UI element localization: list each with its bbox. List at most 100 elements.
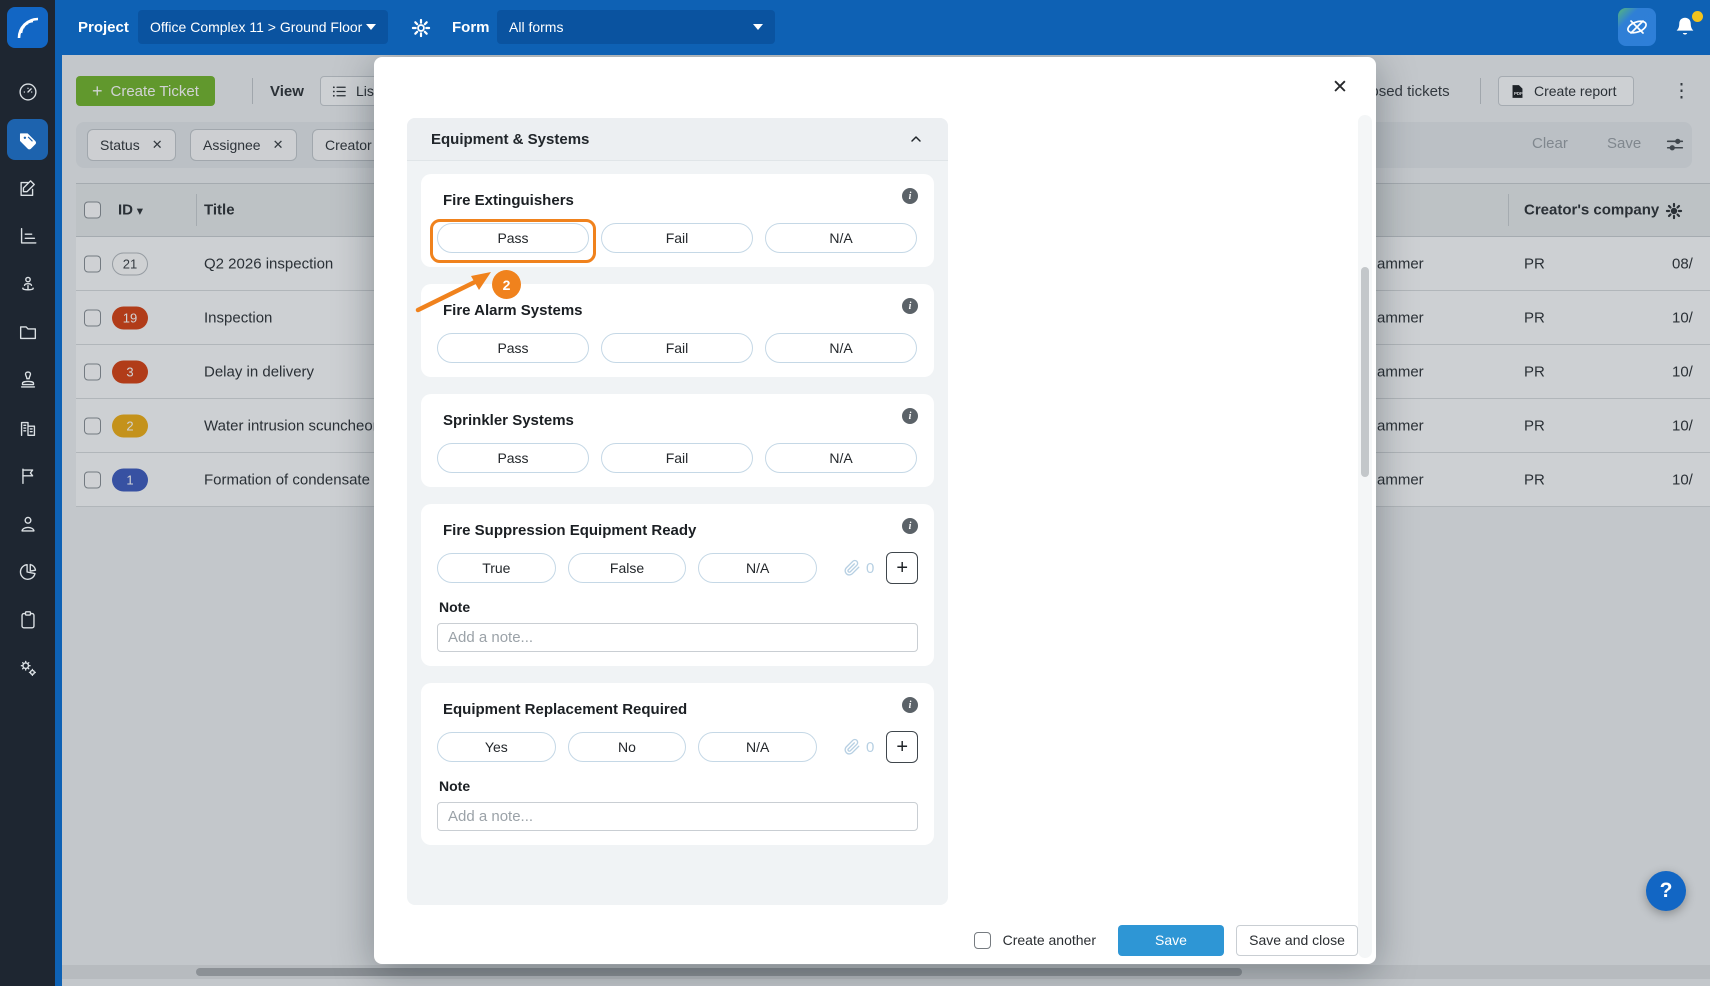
attachments-control[interactable]: 0	[843, 559, 874, 577]
option-pill-false[interactable]: False	[568, 553, 687, 583]
info-icon[interactable]: i	[902, 188, 918, 204]
option-pill-pass[interactable]: Pass	[437, 223, 589, 253]
add-attachment-button[interactable]: +	[886, 731, 918, 763]
note-label: Note	[439, 599, 918, 615]
option-pill-n-a[interactable]: N/A	[698, 732, 817, 762]
modal-footer: Create another Save Save and close	[374, 924, 1358, 956]
project-label: Project	[78, 0, 129, 55]
person-pin-icon	[17, 273, 39, 295]
buildings-icon	[17, 417, 39, 439]
form-field-card: Sprinkler Systems i Pass Fail N/A	[421, 394, 934, 487]
sidebar-item-reports[interactable]	[7, 215, 48, 256]
atom-icon	[1625, 15, 1649, 39]
chevron-down-icon	[753, 24, 763, 30]
app-logo[interactable]	[7, 7, 48, 48]
form-selector[interactable]: All forms	[497, 10, 775, 44]
sidebar-item-settings[interactable]	[7, 647, 48, 688]
chart-icon	[17, 225, 39, 247]
section-header-equipment-systems[interactable]: Equipment & Systems	[407, 118, 948, 161]
info-icon[interactable]: i	[902, 408, 918, 424]
option-pill-fail[interactable]: Fail	[601, 223, 753, 253]
form-field-card: Equipment Replacement Required i Yes No N/…	[421, 683, 934, 845]
field-label: Fire Suppression Equipment Ready	[443, 522, 918, 539]
form-panel: Equipment & Systems Fire Extinguishers i…	[407, 118, 948, 905]
annotation-arrow-icon	[409, 262, 501, 320]
sidebar-item-tasks[interactable]	[7, 599, 48, 640]
gears-icon	[17, 657, 39, 679]
project-selector-value: Office Complex 11 > Ground Floor	[150, 19, 362, 35]
sidebar-accent-strip	[55, 0, 62, 986]
sidebar-item-milestones[interactable]	[7, 455, 48, 496]
note-input[interactable]	[437, 623, 918, 652]
attachment-count: 0	[866, 560, 874, 577]
option-pill-n-a[interactable]: N/A	[765, 333, 917, 363]
notifications-button[interactable]	[1672, 14, 1702, 44]
help-button[interactable]: ?	[1646, 871, 1686, 911]
info-icon[interactable]: i	[902, 697, 918, 713]
option-pill-n-a[interactable]: N/A	[765, 223, 917, 253]
chevron-up-icon	[908, 131, 924, 147]
attachment-count: 0	[866, 739, 874, 756]
save-button[interactable]: Save	[1118, 925, 1224, 956]
project-settings-gear[interactable]	[410, 0, 432, 55]
project-selector[interactable]: Office Complex 11 > Ground Floor	[138, 10, 388, 44]
info-icon[interactable]: i	[902, 518, 918, 534]
logo-zone	[0, 0, 55, 55]
sidebar-item-forms[interactable]	[7, 167, 48, 208]
app-switcher-button[interactable]	[1618, 8, 1656, 46]
option-pill-n-a[interactable]: N/A	[765, 443, 917, 473]
save-and-close-button[interactable]: Save and close	[1236, 925, 1358, 956]
sidebar-item-companies[interactable]	[7, 407, 48, 448]
option-pill-row: Pass Fail N/A	[437, 223, 918, 253]
option-pill-n-a[interactable]: N/A	[698, 553, 817, 583]
note-input[interactable]	[437, 802, 918, 831]
sidebar-nav: ❯	[0, 55, 55, 986]
ticket-form-modal: ✕ Equipment & Systems Fire Extinguishers…	[374, 57, 1376, 964]
field-label: Sprinkler Systems	[443, 412, 918, 429]
person-icon	[17, 513, 39, 535]
flag-icon	[17, 465, 39, 487]
tag-icon	[17, 129, 39, 151]
attachments-control[interactable]: 0	[843, 738, 874, 756]
option-pill-no[interactable]: No	[568, 732, 687, 762]
option-pill-yes[interactable]: Yes	[437, 732, 556, 762]
modal-close-button[interactable]: ✕	[1326, 73, 1354, 101]
spiral-logo-icon	[13, 13, 43, 43]
option-pill-row: True False N/A 0 +	[437, 553, 918, 583]
sidebar-item-projects[interactable]	[7, 311, 48, 352]
sidebar-item-site-workers[interactable]	[7, 263, 48, 304]
form-selector-value: All forms	[509, 19, 563, 35]
gauge-icon	[17, 81, 39, 103]
sidebar-item-tickets[interactable]	[7, 119, 48, 160]
gear-icon	[410, 17, 432, 39]
create-another-label: Create another	[1003, 932, 1096, 948]
option-pill-pass[interactable]: Pass	[437, 333, 589, 363]
option-pill-row: Yes No N/A 0 +	[437, 732, 918, 762]
add-attachment-button[interactable]: +	[886, 552, 918, 584]
field-label: Equipment Replacement Required	[443, 701, 918, 718]
sidebar-item-users[interactable]	[7, 503, 48, 544]
option-pill-fail[interactable]: Fail	[601, 333, 753, 363]
modal-scrollbar[interactable]	[1358, 115, 1372, 958]
paperclip-icon	[843, 738, 861, 756]
modal-scrollbar-thumb[interactable]	[1361, 267, 1369, 477]
edit-form-icon	[17, 177, 39, 199]
option-pill-pass[interactable]: Pass	[437, 443, 589, 473]
option-pill-fail[interactable]: Fail	[601, 443, 753, 473]
create-another-checkbox[interactable]	[974, 932, 991, 949]
form-field-card: Fire Extinguishers i PassFailN/A	[421, 174, 934, 267]
option-pill-true[interactable]: True	[437, 553, 556, 583]
paperclip-icon	[843, 559, 861, 577]
info-icon[interactable]: i	[902, 298, 918, 314]
form-field-card: Fire Suppression Equipment Ready i True F…	[421, 504, 934, 666]
sidebar-item-analytics[interactable]	[7, 551, 48, 592]
clipboard-icon	[17, 609, 39, 631]
section-title: Equipment & Systems	[431, 131, 589, 148]
sidebar-item-dashboard[interactable]	[7, 71, 48, 112]
option-pill-row: Pass Fail N/A	[437, 333, 918, 363]
folder-icon	[17, 321, 39, 343]
notification-dot	[1692, 11, 1703, 22]
form-label: Form	[452, 0, 490, 55]
stamp-icon	[17, 369, 39, 391]
sidebar-item-stamps[interactable]	[7, 359, 48, 400]
